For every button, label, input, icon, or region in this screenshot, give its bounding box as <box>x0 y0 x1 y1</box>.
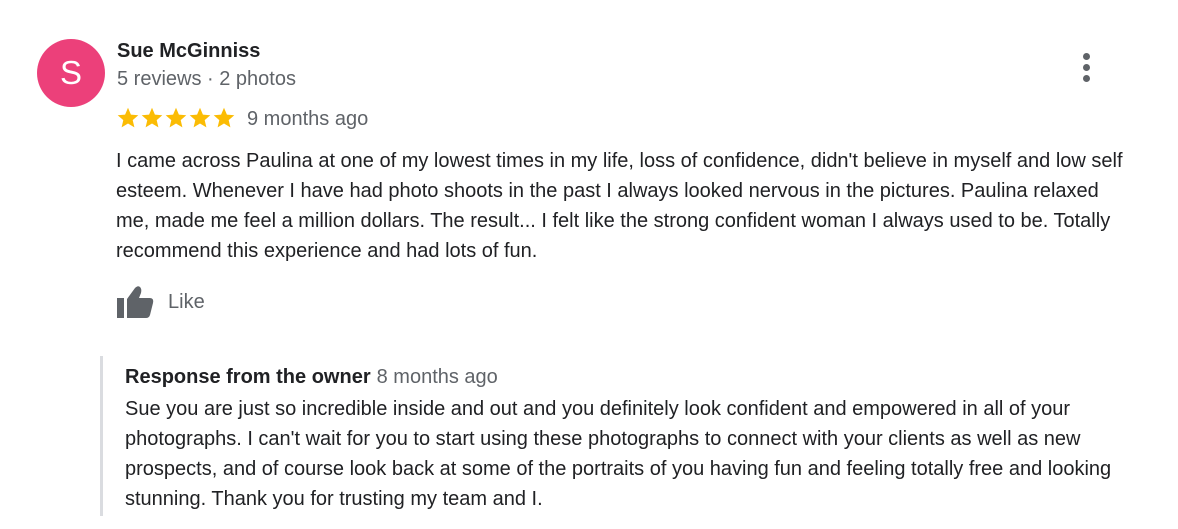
star-icon <box>141 107 163 128</box>
reviewer-meta: 5 reviews · 2 photos <box>117 68 296 90</box>
star-icon <box>117 107 139 128</box>
owner-response-title: Response from the owner <box>125 366 371 388</box>
avatar[interactable]: S <box>37 39 105 107</box>
owner-response-heading: Response from the owner 8 months ago <box>125 366 498 389</box>
reviewer-name[interactable]: Sue McGinniss <box>117 40 260 63</box>
star-icon <box>213 107 235 128</box>
more-vertical-icon-dot <box>1083 64 1090 71</box>
review-text: I came across Paulina at one of my lowes… <box>116 150 1123 262</box>
thumbs-up-icon <box>117 286 154 318</box>
like-button[interactable]: Like <box>116 284 205 320</box>
owner-response-text: Sue you are just so incredible inside an… <box>125 398 1112 510</box>
star-icon <box>165 107 187 128</box>
review-card: S Sue McGinniss 5 reviews · 2 photos 9 m… <box>0 0 1178 529</box>
like-label: Like <box>168 290 205 313</box>
star-icon <box>189 107 211 128</box>
more-vertical-icon-dot <box>1083 53 1090 60</box>
more-options-button[interactable] <box>1071 47 1103 87</box>
avatar-initial: S <box>59 54 82 91</box>
more-vertical-icon-dot <box>1083 75 1090 82</box>
star-rating <box>116 104 236 132</box>
owner-response: Response from the owner 8 months ago Sue … <box>100 356 1143 516</box>
review-date: 9 months ago <box>247 108 369 130</box>
owner-response-date: 8 months ago <box>376 366 498 388</box>
